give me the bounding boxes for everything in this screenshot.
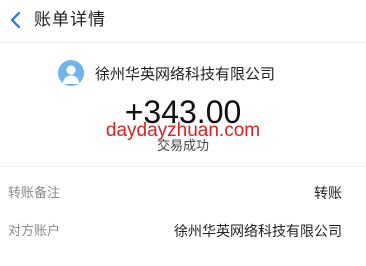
merchant-name: 徐州华英网络科技有限公司	[95, 64, 276, 83]
detail-label: 对方账户	[8, 224, 61, 239]
chevron-left-icon	[10, 11, 21, 29]
top-navbar: 账单详情	[0, 0, 366, 42]
detail-row-counterparty[interactable]: 对方账户 徐州华英网络科技有限公司	[0, 221, 366, 243]
section-divider	[0, 166, 366, 167]
page-title: 账单详情	[34, 10, 106, 30]
detail-value: 徐州华英网络科技有限公司	[174, 224, 342, 240]
detail-row-remark: 转账备注 转账	[0, 183, 366, 205]
detail-label: 转账备注	[8, 186, 61, 201]
header-divider	[0, 42, 366, 43]
back-button[interactable]	[4, 7, 30, 33]
user-avatar-icon	[58, 60, 84, 86]
detail-value: 转账	[314, 186, 342, 202]
transaction-status: 交易成功	[156, 139, 209, 154]
merchant-header: 徐州华英网络科技有限公司	[58, 58, 275, 88]
